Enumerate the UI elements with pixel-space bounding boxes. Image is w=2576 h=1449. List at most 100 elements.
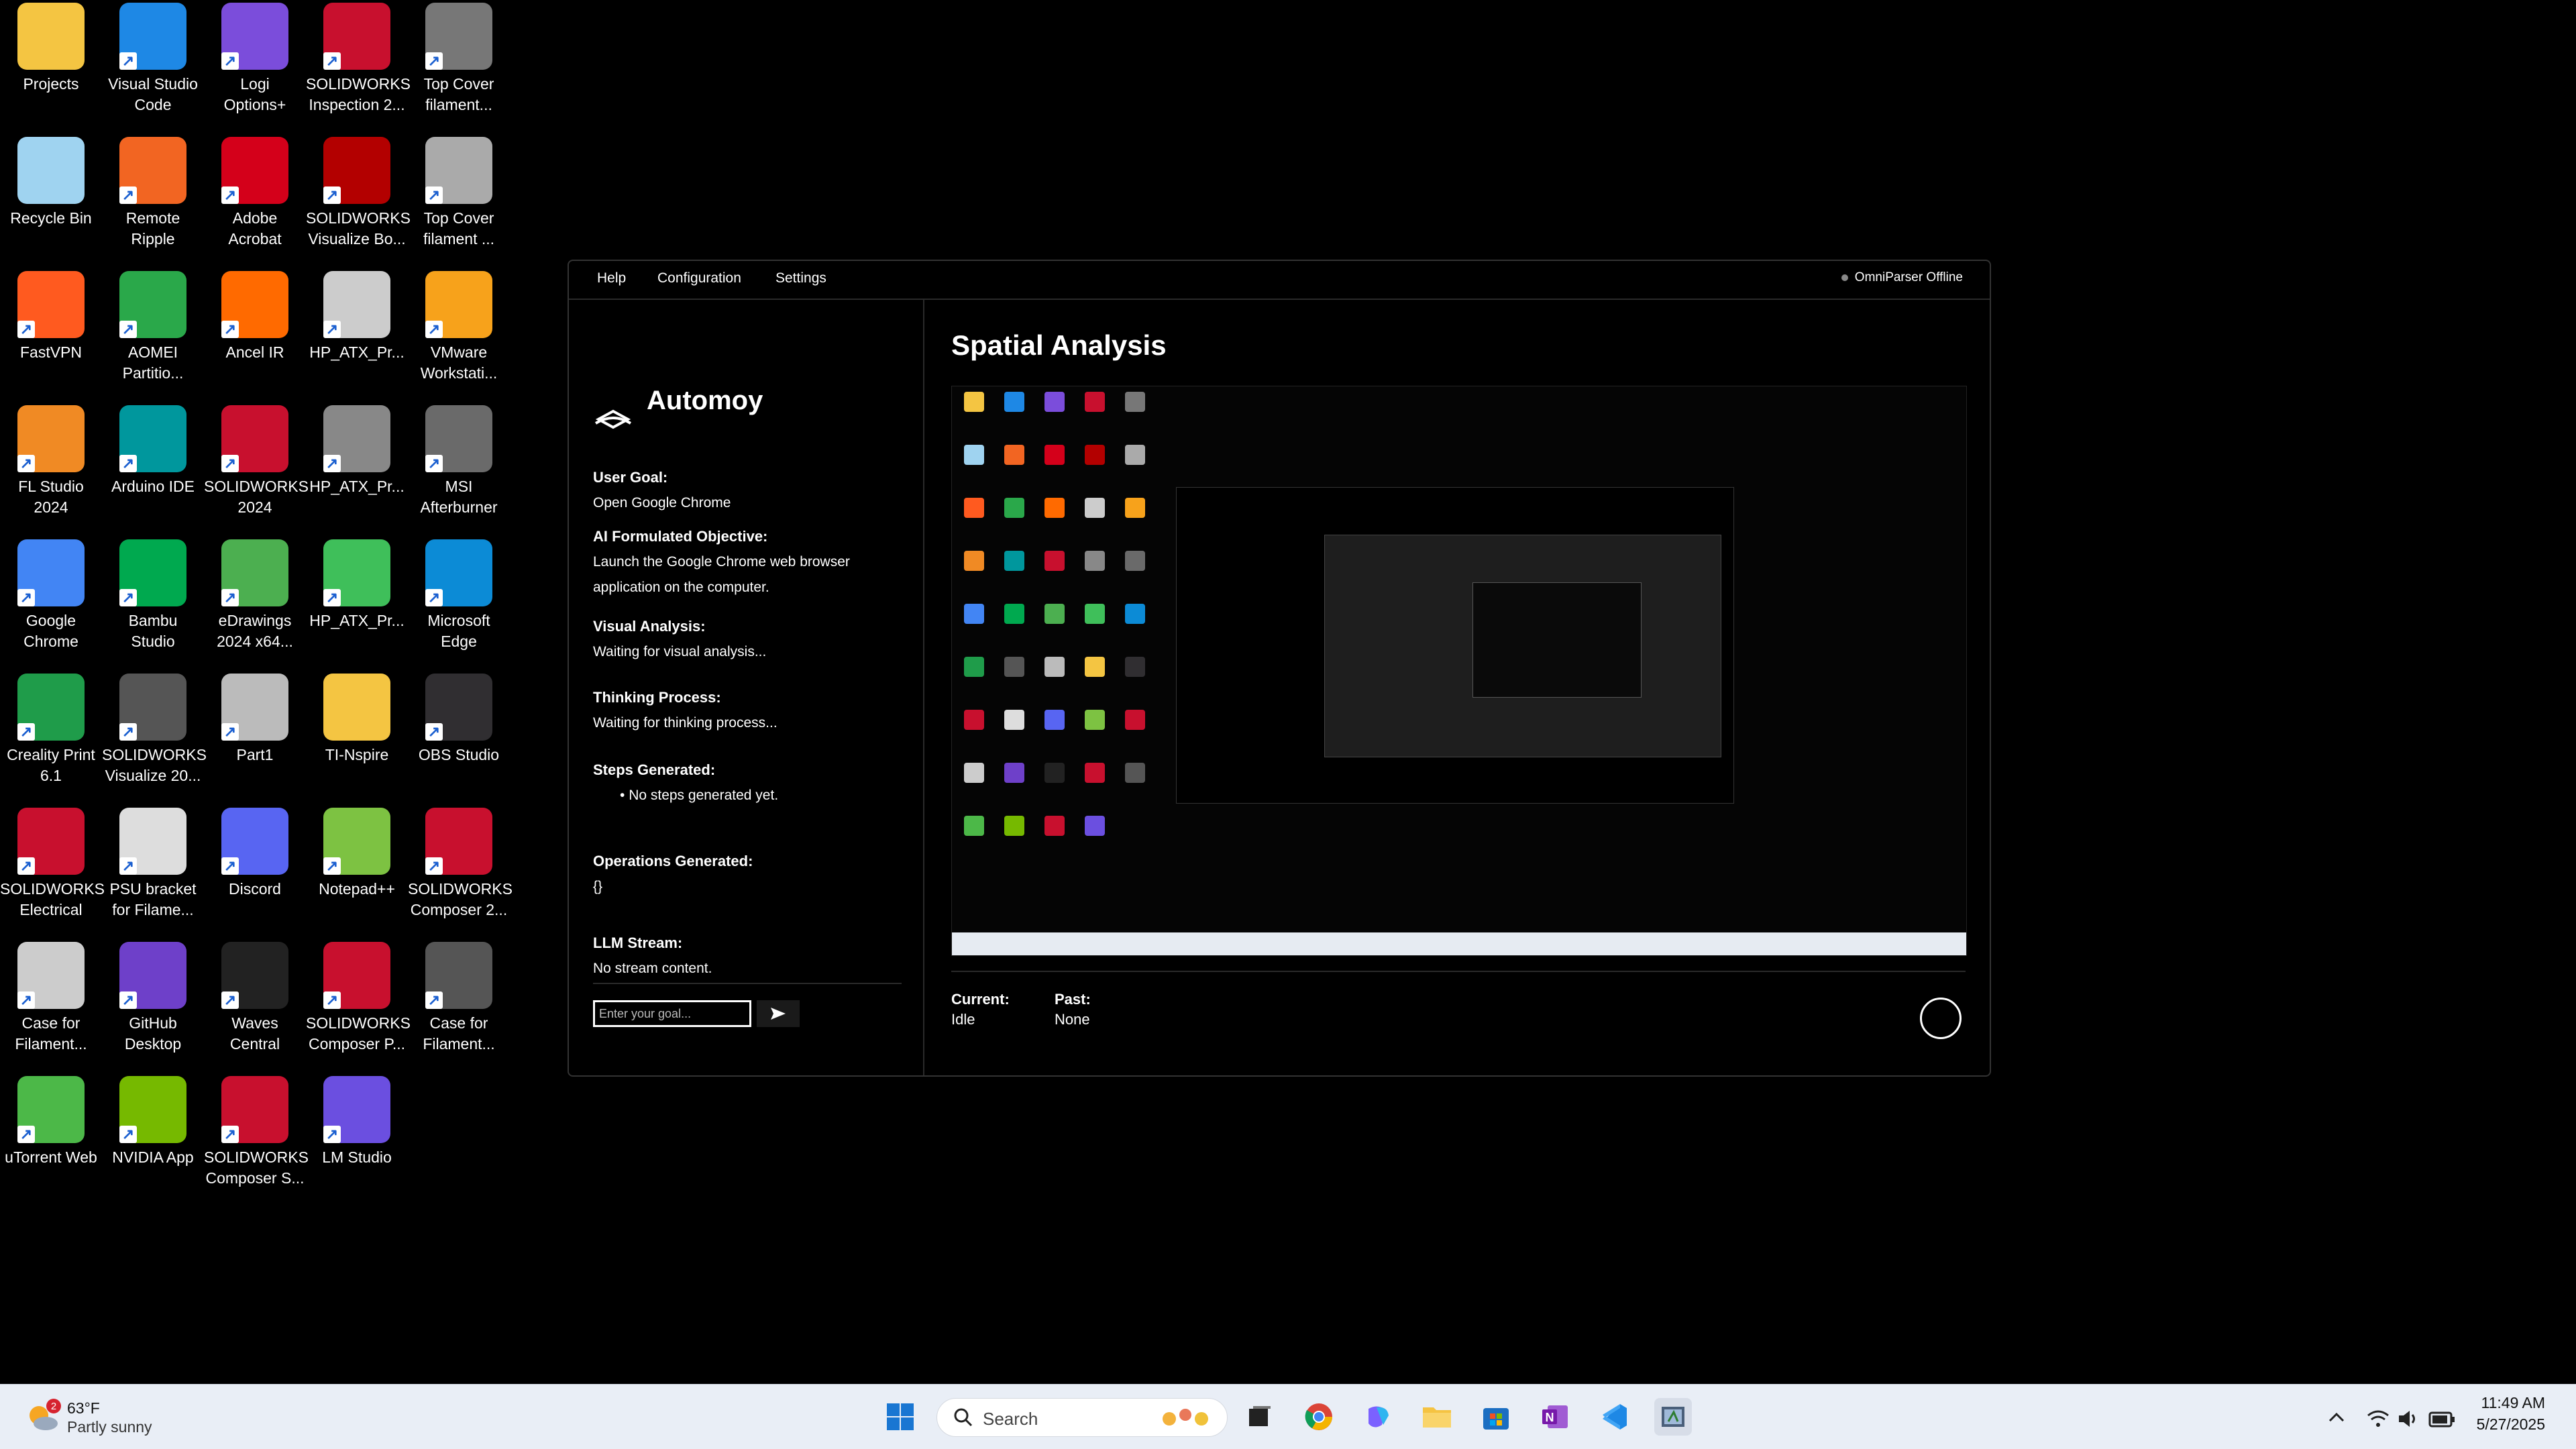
preview-obs-icon [1125, 657, 1145, 677]
shortcut-arrow-icon: ↗ [17, 589, 35, 606]
preview-nested-window [1472, 582, 1642, 698]
desktop-icon[interactable]: ↗ uTorrent Web [0, 1073, 102, 1201]
desktop-icon[interactable]: ↗ Case for Filament... [0, 939, 102, 1067]
menu-settings[interactable]: Settings [775, 270, 826, 286]
taskbar-task-view[interactable] [1241, 1398, 1279, 1436]
msi-afterburner-icon: ↗ [425, 405, 492, 472]
desktop-icon[interactable]: ↗ VMware Workstati... [408, 268, 510, 396]
shortcut-arrow-icon: ↗ [323, 857, 341, 875]
desktop-icon[interactable]: ↗ SOLIDWORKS Electrical [0, 805, 105, 932]
desktop-icon[interactable]: ↗ Microsoft Edge [408, 537, 510, 664]
start-button[interactable] [881, 1398, 919, 1436]
shortcut-arrow-icon: ↗ [119, 857, 137, 875]
right-panel: Spatial Analysis Current: Idle Past: Non… [924, 300, 1990, 1075]
send-button[interactable] [757, 1000, 800, 1027]
desktop-icon[interactable]: ↗ Ancel IR [204, 268, 306, 396]
desktop-icon[interactable]: ↗ Discord [204, 805, 306, 932]
desktop-icon[interactable]: ↗ SOLIDWORKS Composer P... [306, 939, 411, 1067]
desktop-icon[interactable]: ↗ Notepad++ [306, 805, 408, 932]
taskbar-active-app[interactable] [1654, 1398, 1692, 1436]
taskbar-file-explorer[interactable] [1418, 1398, 1456, 1436]
desktop-icon[interactable]: ↗ Creality Print 6.1 [0, 671, 102, 798]
desktop-icon[interactable]: ↗ Logi Options+ [204, 0, 306, 127]
desktop-icon[interactable]: Recycle Bin [0, 134, 102, 262]
shortcut-arrow-icon: ↗ [17, 321, 35, 338]
desktop-icon[interactable]: ↗ HP_ATX_Pr... [306, 268, 408, 396]
desktop-icon[interactable]: ↗ AOMEI Partitio... [102, 268, 204, 396]
desktop-icon-label: Logi Options+ [223, 75, 286, 113]
solidworks-visualize-icon: ↗ [119, 674, 186, 741]
preview-part-file-icon [1125, 763, 1145, 783]
part-file-icon: ↗ [323, 405, 390, 472]
desktop-icon[interactable]: ↗ SOLIDWORKS Composer 2... [408, 805, 513, 932]
desktop-icon[interactable]: ↗ Remote Ripple [102, 134, 204, 262]
part-file-icon: ↗ [221, 674, 288, 741]
chevron-up-icon[interactable] [2328, 1411, 2345, 1424]
desktop-icon-label: GitHub Desktop [124, 1014, 182, 1053]
desktop-icon[interactable]: ↗ SOLIDWORKS Inspection 2... [306, 0, 411, 127]
desktop-icon[interactable]: ↗ SOLIDWORKS Visualize Bo... [306, 134, 411, 262]
ancel-icon: ↗ [221, 271, 288, 338]
taskbar-store[interactable] [1477, 1398, 1515, 1436]
battery-icon[interactable] [2428, 1410, 2455, 1429]
shortcut-arrow-icon: ↗ [323, 455, 341, 472]
desktop-icon[interactable]: ↗ Arduino IDE [102, 402, 204, 530]
desktop-icon[interactable]: TI-Nspire [306, 671, 408, 798]
desktop-icon[interactable]: ↗ Visual Studio Code [102, 0, 204, 127]
goal-input[interactable] [593, 1000, 751, 1027]
search-highlight-icon [1163, 1409, 1208, 1426]
shortcut-arrow-icon: ↗ [425, 455, 443, 472]
onenote-icon: N [1542, 1405, 1568, 1428]
preview-waves-icon [1044, 763, 1065, 783]
taskbar-vscode[interactable] [1595, 1398, 1633, 1436]
partly-sunny-icon: 2 [30, 1399, 61, 1430]
clock-date[interactable]: 5/27/2025 [2477, 1415, 2545, 1434]
desktop-icon-label: Part1 [236, 746, 274, 763]
github-icon: ↗ [119, 942, 186, 1009]
desktop-icon[interactable]: ↗ SOLIDWORKS Composer S... [204, 1073, 309, 1201]
automoy-window: Help Configuration Settings OmniParser O… [568, 260, 1991, 1077]
taskbar-search[interactable]: Search [936, 1398, 1228, 1437]
desktop-icon[interactable]: ↗ GitHub Desktop [102, 939, 204, 1067]
desktop-icon[interactable]: ↗ NVIDIA App [102, 1073, 204, 1201]
desktop-icon[interactable]: ↗ SOLIDWORKS 2024 [204, 402, 309, 530]
desktop-icon[interactable]: ↗ Waves Central [204, 939, 306, 1067]
record-button[interactable] [1920, 998, 1962, 1039]
desktop-icon[interactable]: ↗ Top Cover filament ... [408, 134, 510, 262]
bambu-icon: ↗ [119, 539, 186, 606]
desktop-icon[interactable]: ↗ eDrawings 2024 x64... [204, 537, 306, 664]
desktop-icon[interactable]: ↗ Bambu Studio [102, 537, 204, 664]
desktop-icon-label: SOLIDWORKS Composer P... [306, 1014, 411, 1053]
desktop-icon[interactable]: ↗ Part1 [204, 671, 306, 798]
desktop-icon[interactable]: ↗ Adobe Acrobat [204, 134, 306, 262]
desktop-icon[interactable]: ↗ SOLIDWORKS Visualize 20... [102, 671, 207, 798]
desktop-icon[interactable]: ↗ MSI Afterburner [408, 402, 510, 530]
desktop-icon[interactable]: ↗ Google Chrome [0, 537, 102, 664]
wifi-icon[interactable] [2367, 1409, 2390, 1429]
desktop-icon[interactable]: ↗ Case for Filament... [408, 939, 510, 1067]
status-dot-icon [1841, 274, 1848, 281]
desktop-icon[interactable]: ↗ FL Studio 2024 [0, 402, 102, 530]
clock-time[interactable]: 11:49 AM [2481, 1394, 2545, 1412]
desktop-icon[interactable]: ↗ PSU bracket for Filame... [102, 805, 204, 932]
taskbar-onenote[interactable]: N [1536, 1398, 1574, 1436]
menu-configuration[interactable]: Configuration [657, 270, 741, 286]
preview-solidworks-composer-icon [1125, 710, 1145, 730]
desktop-icon-label: HP_ATX_Pr... [309, 343, 405, 361]
desktop-icon[interactable]: ↗ FastVPN [0, 268, 102, 396]
desktop-icon[interactable]: ↗ HP_ATX_Pr... [306, 402, 408, 530]
desktop-icon[interactable]: ↗ OBS Studio [408, 671, 510, 798]
taskbar-chrome[interactable] [1300, 1398, 1338, 1436]
desktop-icon[interactable]: ↗ HP_ATX_Pr... [306, 537, 408, 664]
steps-title: Steps Generated: [593, 761, 716, 778]
desktop-icon[interactable]: Projects [0, 0, 102, 127]
desktop-icon[interactable]: ↗ LM Studio [306, 1073, 408, 1201]
menu-help[interactable]: Help [597, 270, 626, 286]
taskbar-copilot[interactable] [1359, 1398, 1397, 1436]
weather-widget[interactable]: 2 63°F Partly sunny [24, 1397, 185, 1440]
desktop-icon[interactable]: ↗ Top Cover filament... [408, 0, 510, 127]
shortcut-arrow-icon: ↗ [221, 186, 239, 204]
utorrent-icon: ↗ [17, 1076, 85, 1143]
visual-analysis-title: Visual Analysis: [593, 618, 706, 635]
volume-icon[interactable] [2398, 1409, 2419, 1429]
